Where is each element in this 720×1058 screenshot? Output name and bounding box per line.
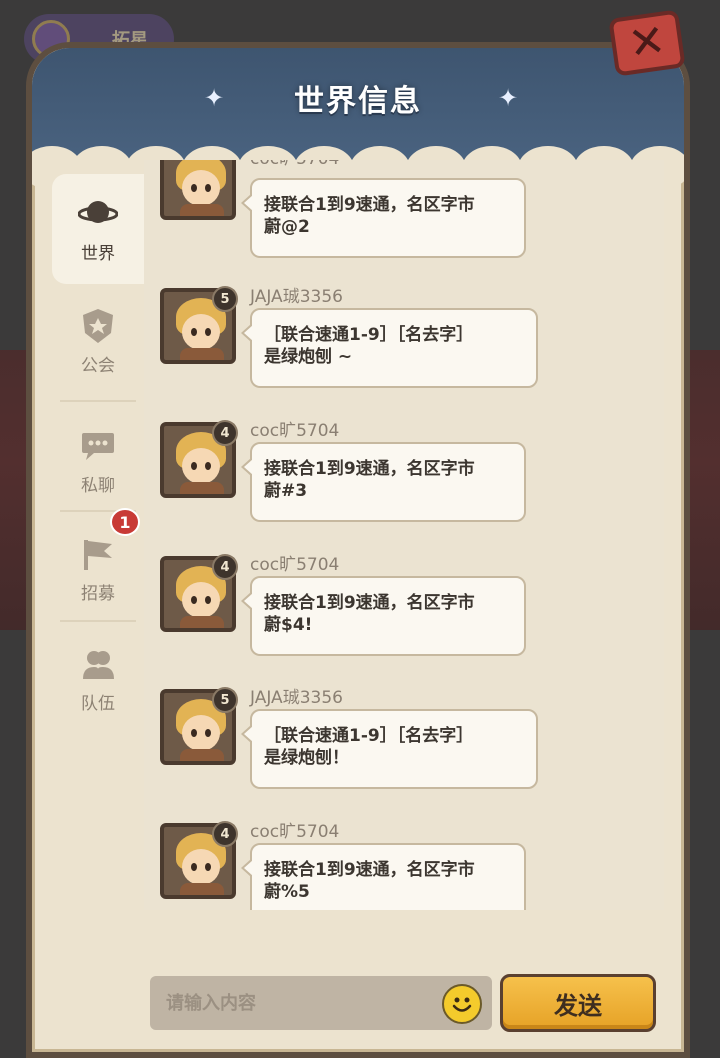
message-bubble: 接联合1到9速通，名区字市 蔚%5 xyxy=(241,843,526,910)
message-text: 接联合1到9速通，名区字市 xyxy=(264,195,475,215)
tab-private-chat[interactable]: 私聊 xyxy=(52,406,144,516)
username: coc旷5704 xyxy=(250,421,340,441)
chat-bubble-icon xyxy=(78,427,118,465)
message-text: 接联合1到9速通，名区字市 xyxy=(264,860,475,880)
emoji-button[interactable] xyxy=(442,984,482,1024)
message-bubble: 接联合1到9速通，名区字市 蔚#3 xyxy=(241,442,526,522)
chat-message: coc旷5704 接联合1到9速通，名区字市 蔚@2 xyxy=(160,160,660,277)
username: coc旷5704 xyxy=(250,160,339,169)
message-text: ［联合速通1-9］［名去字］ xyxy=(264,726,474,746)
tab-label: 公会 xyxy=(81,355,115,376)
tab-label: 队伍 xyxy=(81,693,115,714)
guild-shield-icon xyxy=(78,307,118,345)
divider xyxy=(60,620,136,622)
username: JAJA珹3356 xyxy=(250,688,343,708)
smiley-icon xyxy=(452,997,472,1012)
message-bubble: ［联合速通1-9］［名去字］ 是绿炮刨！ xyxy=(241,709,538,789)
chat-message: 4 coc旷5704 接联合1到9速通，名区字市 蔚#3 xyxy=(160,420,660,547)
chat-input[interactable] xyxy=(150,976,492,1030)
chat-message: 5 JAJA珹3356 ［联合速通1-9］［名去字］ 是绿炮刨 ~ xyxy=(160,286,660,413)
message-text: 是绿炮刨！ xyxy=(264,748,349,768)
level-badge: 4 xyxy=(212,420,238,446)
chat-message: 4 coc旷5704 接联合1到9速通，名区字市 蔚%5 xyxy=(160,821,660,910)
message-text: 蔚#3 xyxy=(264,481,308,501)
chat-message: 5 JAJA珹3356 ［联合速通1-9］［名去字］ 是绿炮刨！ xyxy=(160,687,660,814)
team-icon xyxy=(78,645,118,683)
message-text: 是绿炮刨 ~ xyxy=(264,347,353,367)
username: JAJA珹3356 xyxy=(250,287,343,307)
message-text: 蔚%5 xyxy=(264,882,310,902)
message-bubble: 接联合1到9速通，名区字市 蔚@2 xyxy=(241,178,526,258)
tab-label: 私聊 xyxy=(81,475,115,496)
chat-message: 4 coc旷5704 接联合1到9速通，名区字市 蔚$4! xyxy=(160,554,660,681)
send-button[interactable]: 发送 xyxy=(500,974,656,1032)
tab-guild[interactable]: 公会 xyxy=(52,286,144,396)
planet-icon xyxy=(78,195,118,233)
tab-label: 招募 xyxy=(81,583,115,604)
message-bubble: ［联合速通1-9］［名去字］ 是绿炮刨 ~ xyxy=(241,308,538,388)
divider xyxy=(60,400,136,402)
avatar[interactable] xyxy=(160,160,236,220)
level-badge: 4 xyxy=(212,554,238,580)
notification-badge: 1 xyxy=(110,508,140,536)
message-text: 接联合1到9速通，名区字市 xyxy=(264,593,475,613)
level-badge: 4 xyxy=(212,821,238,847)
close-button[interactable]: ✕ xyxy=(608,9,686,77)
panel-title: 世界信息 xyxy=(294,84,422,119)
close-x-icon: ✕ xyxy=(625,14,669,71)
message-text: 蔚$4! xyxy=(264,615,313,635)
tab-label: 世界 xyxy=(81,243,115,264)
message-bubble: 接联合1到9速通，名区字市 蔚$4! xyxy=(241,576,526,656)
panel-header: ✦ ✦ 世界信息 xyxy=(32,48,684,190)
tab-recruit[interactable]: 1 招募 xyxy=(52,508,144,624)
flag-icon xyxy=(78,535,118,573)
message-text: 蔚@2 xyxy=(264,217,310,237)
level-badge: 5 xyxy=(212,687,238,713)
tab-world[interactable]: 世界 xyxy=(52,174,144,284)
chat-message-list[interactable]: coc旷5704 接联合1到9速通，名区字市 蔚@2 5 JAJA珹3356 ［… xyxy=(144,160,664,910)
tab-team[interactable]: 队伍 xyxy=(52,624,144,734)
username: coc旷5704 xyxy=(250,555,340,575)
channel-sidebar: 世界 公会 私聊 1 招募 队伍 xyxy=(52,174,144,974)
username: coc旷5704 xyxy=(250,822,340,842)
level-badge: 5 xyxy=(212,286,238,312)
message-text: ［联合速通1-9］［名去字］ xyxy=(264,325,474,345)
message-text: 接联合1到9速通，名区字市 xyxy=(264,459,475,479)
